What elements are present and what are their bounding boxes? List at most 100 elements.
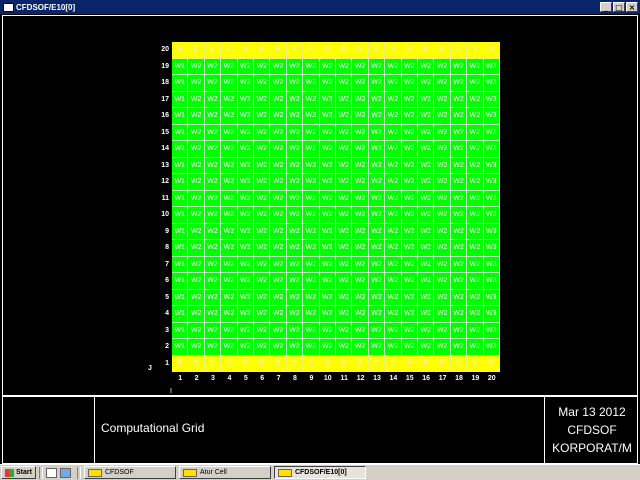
grid-cell[interactable]: W2 <box>467 223 484 240</box>
grid-cell[interactable]: W2 <box>221 207 238 224</box>
grid-cell[interactable]: W2 <box>385 58 402 75</box>
grid-cell[interactable]: W2 <box>450 124 468 141</box>
grid-cell[interactable]: E <box>270 42 287 59</box>
grid-cell[interactable]: W2 <box>303 223 320 240</box>
grid-cell[interactable]: W2 <box>335 108 353 125</box>
grid-cell[interactable]: W2 <box>237 223 254 240</box>
grid-cell[interactable]: W2 <box>335 91 353 108</box>
grid-cell[interactable]: E <box>434 42 451 59</box>
grid-cell[interactable]: W2 <box>385 322 402 339</box>
grid-cell[interactable]: W3 <box>483 91 500 108</box>
grid-cell[interactable]: W2 <box>417 190 435 207</box>
grid-cell[interactable]: W2 <box>221 289 238 306</box>
grid-cell[interactable]: E <box>253 42 271 59</box>
grid-cell[interactable]: W2 <box>417 58 435 75</box>
grid-cell[interactable]: W2 <box>270 58 287 75</box>
grid-cell[interactable]: W2 <box>401 190 418 207</box>
grid-cell[interactable]: W2 <box>303 339 320 356</box>
grid-cell[interactable]: W2 <box>253 108 271 125</box>
grid-cell[interactable]: W3 <box>483 322 500 339</box>
grid-cell[interactable]: W2 <box>303 108 320 125</box>
grid-cell[interactable]: W2 <box>188 108 205 125</box>
grid-cell[interactable]: W3 <box>483 141 500 158</box>
grid-cell[interactable]: E <box>368 355 386 372</box>
grid-cell[interactable]: W2 <box>270 207 287 224</box>
grid-cell[interactable]: W2 <box>286 124 304 141</box>
grid-cell[interactable]: W3 <box>483 223 500 240</box>
grid-cell[interactable]: W2 <box>450 339 468 356</box>
grid-cell[interactable]: W2 <box>270 141 287 158</box>
grid-cell[interactable]: W2 <box>368 75 386 92</box>
grid-cell[interactable]: W1 <box>172 223 189 240</box>
grid-cell[interactable]: W2 <box>352 124 369 141</box>
grid-cell[interactable]: W2 <box>237 256 254 273</box>
grid-cell[interactable]: W3 <box>483 207 500 224</box>
grid-cell[interactable]: E <box>352 355 369 372</box>
grid-cell[interactable]: W2 <box>335 190 353 207</box>
grid-cell[interactable]: W2 <box>368 190 386 207</box>
grid-cell[interactable]: E <box>450 355 468 372</box>
grid-cell[interactable]: W2 <box>417 174 435 191</box>
grid-cell[interactable]: W2 <box>368 256 386 273</box>
grid-cell[interactable]: W2 <box>417 339 435 356</box>
grid-cell[interactable]: W2 <box>286 339 304 356</box>
grid-cell[interactable]: W2 <box>385 256 402 273</box>
grid-cell[interactable]: W2 <box>467 58 484 75</box>
grid-cell[interactable]: W2 <box>352 91 369 108</box>
grid-cell[interactable]: W2 <box>434 157 451 174</box>
grid-cell[interactable]: W2 <box>385 240 402 257</box>
grid-cell[interactable]: W1 <box>172 108 189 125</box>
grid-cell[interactable]: W2 <box>450 157 468 174</box>
grid-cell[interactable]: W2 <box>467 306 484 323</box>
grid-cell[interactable]: W1 <box>172 157 189 174</box>
grid-cell[interactable]: E <box>221 42 238 59</box>
grid-cell[interactable]: W2 <box>270 174 287 191</box>
grid-cell[interactable]: W2 <box>237 240 254 257</box>
grid-cell[interactable]: E <box>188 355 205 372</box>
grid-cell[interactable]: W2 <box>188 322 205 339</box>
grid-cell[interactable]: W2 <box>319 91 336 108</box>
grid-cell[interactable]: W2 <box>368 58 386 75</box>
grid-cell[interactable]: E <box>368 42 386 59</box>
grid-cell[interactable]: E <box>319 355 336 372</box>
grid-cell[interactable]: W2 <box>417 108 435 125</box>
grid-cell[interactable]: W2 <box>253 223 271 240</box>
grid-cell[interactable]: E <box>483 42 500 59</box>
grid-cell[interactable]: E <box>237 355 254 372</box>
grid-cell[interactable]: W2 <box>467 141 484 158</box>
grid-cell[interactable]: W2 <box>352 223 369 240</box>
grid-cell[interactable]: E <box>319 42 336 59</box>
grid-cell[interactable]: W2 <box>335 256 353 273</box>
grid-cell[interactable]: W2 <box>237 322 254 339</box>
grid-cell[interactable]: E <box>401 355 418 372</box>
grid-cell[interactable]: W2 <box>385 190 402 207</box>
grid-cell[interactable]: W2 <box>385 108 402 125</box>
grid-cell[interactable]: W2 <box>237 306 254 323</box>
grid-cell[interactable]: W2 <box>417 322 435 339</box>
grid-cell[interactable]: W2 <box>286 256 304 273</box>
grid-cell[interactable]: W2 <box>221 141 238 158</box>
grid-cell[interactable]: W2 <box>204 75 222 92</box>
grid-cell[interactable]: W3 <box>483 256 500 273</box>
grid-cell[interactable]: E <box>450 42 468 59</box>
grid-cell[interactable]: W2 <box>253 306 271 323</box>
grid-cell[interactable]: W2 <box>401 75 418 92</box>
grid-cell[interactable]: W2 <box>319 157 336 174</box>
grid-cell[interactable]: W2 <box>417 256 435 273</box>
grid-cell[interactable]: W1 <box>172 339 189 356</box>
grid-cell[interactable]: W3 <box>483 190 500 207</box>
grid-cell[interactable]: W2 <box>450 141 468 158</box>
grid-cell[interactable]: W2 <box>467 339 484 356</box>
grid-cell[interactable]: W2 <box>253 124 271 141</box>
grid-cell[interactable]: W2 <box>417 124 435 141</box>
grid-cell[interactable]: W2 <box>450 223 468 240</box>
grid-cell[interactable]: W2 <box>352 240 369 257</box>
grid-cell[interactable]: W2 <box>385 157 402 174</box>
grid-cell[interactable]: W2 <box>467 322 484 339</box>
desktop-quicklaunch-icon[interactable] <box>59 467 71 478</box>
grid-cell[interactable]: W2 <box>368 306 386 323</box>
grid-cell[interactable]: W2 <box>434 124 451 141</box>
grid-cell[interactable]: W2 <box>467 289 484 306</box>
window-title-bar[interactable]: CFDSOF/E10[0] _ □ × <box>0 0 640 14</box>
grid-cell[interactable]: E <box>335 42 353 59</box>
